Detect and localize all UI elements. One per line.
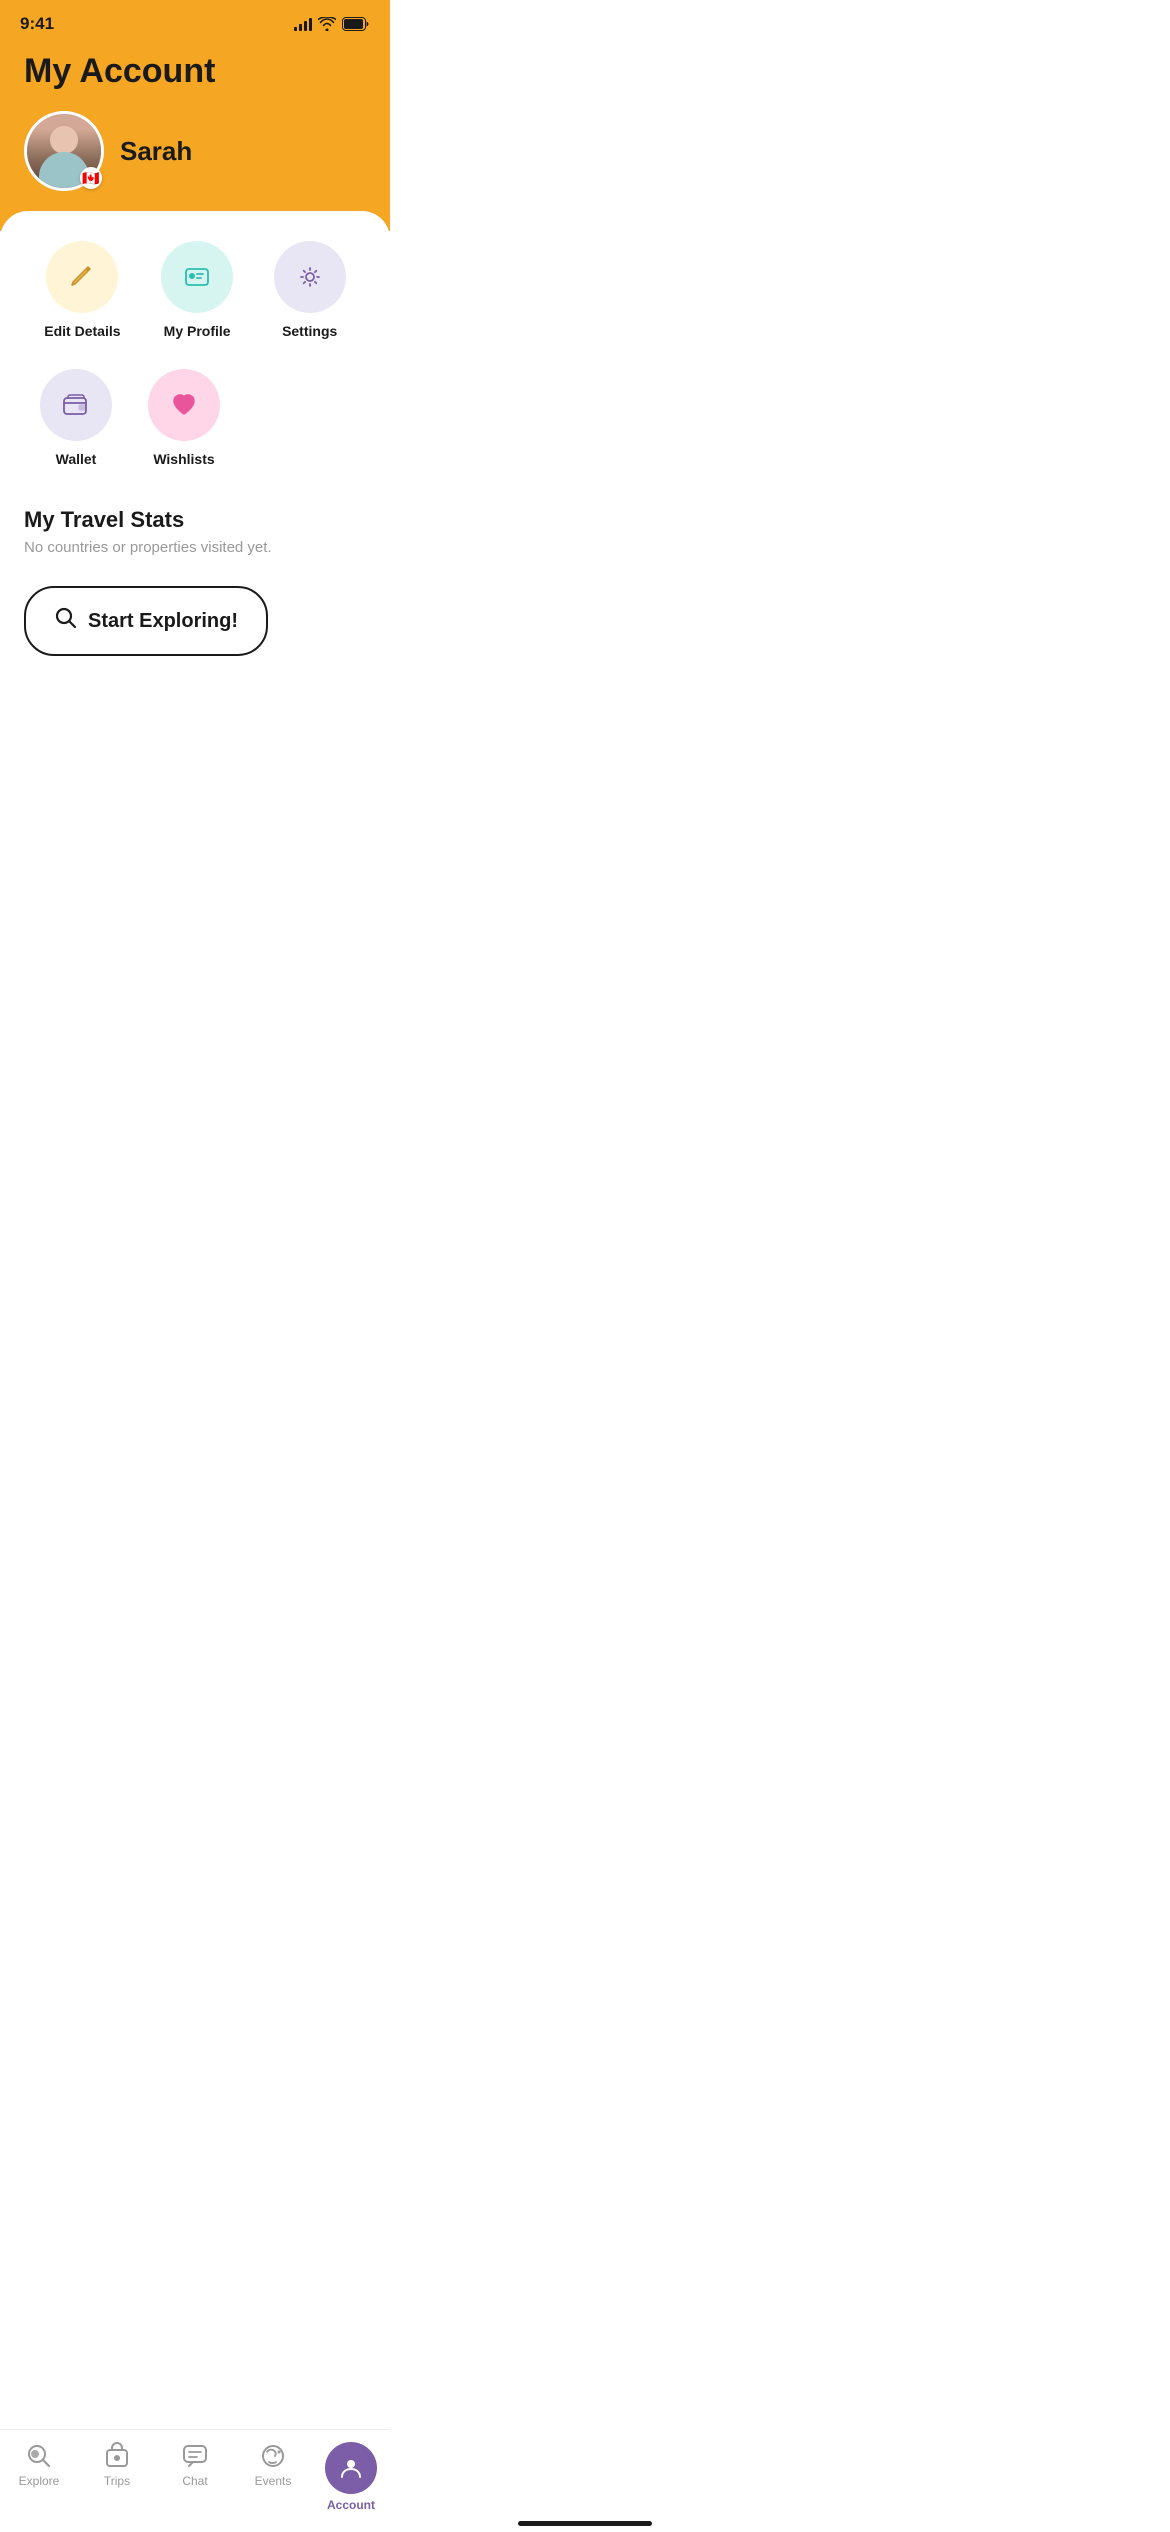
page-title: My Account bbox=[24, 52, 366, 91]
header: My Account 🇨🇦 Sarah bbox=[0, 42, 390, 231]
nav-account-label: Account bbox=[327, 2498, 375, 2512]
wishlists-label: Wishlists bbox=[153, 451, 214, 467]
main-content: Edit Details My Profile Se bbox=[0, 211, 390, 811]
gear-icon bbox=[294, 261, 326, 293]
bottom-nav: Explore Trips Chat Events bbox=[0, 2429, 390, 2532]
avatar-container[interactable]: 🇨🇦 bbox=[24, 111, 104, 191]
account-active-circle bbox=[325, 2442, 377, 2494]
my-profile-icon-circle bbox=[161, 241, 233, 313]
battery-icon bbox=[342, 17, 370, 31]
travel-stats-title: My Travel Stats bbox=[24, 507, 366, 533]
nav-explore-label: Explore bbox=[19, 2474, 60, 2488]
wifi-icon bbox=[318, 17, 336, 31]
settings-button[interactable]: Settings bbox=[274, 241, 346, 339]
edit-details-button[interactable]: Edit Details bbox=[44, 241, 120, 339]
wallet-button[interactable]: Wallet bbox=[40, 369, 112, 467]
trips-icon bbox=[103, 2442, 131, 2470]
quick-actions-row2: Wallet Wishlists bbox=[24, 369, 366, 467]
events-icon bbox=[259, 2442, 287, 2470]
chat-icon bbox=[181, 2442, 209, 2470]
wallet-icon-circle bbox=[40, 369, 112, 441]
travel-stats-subtitle: No countries or properties visited yet. bbox=[24, 539, 366, 556]
search-icon bbox=[54, 606, 78, 636]
wishlists-button[interactable]: Wishlists bbox=[148, 369, 220, 467]
explore-icon bbox=[25, 2442, 53, 2470]
start-exploring-button[interactable]: Start Exploring! bbox=[24, 586, 268, 656]
heart-icon bbox=[168, 389, 200, 421]
nav-events-label: Events bbox=[255, 2474, 292, 2488]
nav-events[interactable]: Events bbox=[243, 2442, 303, 2488]
settings-label: Settings bbox=[282, 323, 337, 339]
user-info: 🇨🇦 Sarah bbox=[24, 111, 366, 191]
nav-trips-label: Trips bbox=[104, 2474, 130, 2488]
status-time: 9:41 bbox=[20, 14, 54, 34]
wallet-label: Wallet bbox=[56, 451, 97, 467]
nav-chat-label: Chat bbox=[182, 2474, 207, 2488]
nav-trips[interactable]: Trips bbox=[87, 2442, 147, 2488]
quick-actions-row1: Edit Details My Profile Se bbox=[24, 241, 366, 339]
username: Sarah bbox=[120, 136, 192, 167]
signal-icon bbox=[294, 17, 312, 31]
status-icons bbox=[294, 17, 370, 31]
edit-details-icon-circle bbox=[46, 241, 118, 313]
start-exploring-label: Start Exploring! bbox=[88, 610, 238, 633]
account-icon bbox=[338, 2455, 364, 2481]
wallet-icon bbox=[60, 389, 92, 421]
my-profile-button[interactable]: My Profile bbox=[161, 241, 233, 339]
flag-badge: 🇨🇦 bbox=[80, 167, 102, 189]
nav-explore[interactable]: Explore bbox=[9, 2442, 69, 2488]
travel-stats-section: My Travel Stats No countries or properti… bbox=[24, 507, 366, 556]
settings-icon-circle bbox=[274, 241, 346, 313]
profile-card-icon bbox=[181, 261, 213, 293]
nav-account[interactable]: Account bbox=[321, 2442, 381, 2512]
my-profile-label: My Profile bbox=[164, 323, 231, 339]
search-svg bbox=[54, 606, 78, 630]
status-bar: 9:41 bbox=[0, 0, 390, 42]
pencil-icon bbox=[66, 261, 98, 293]
home-indicator bbox=[518, 2521, 652, 2526]
nav-chat[interactable]: Chat bbox=[165, 2442, 225, 2488]
edit-details-label: Edit Details bbox=[44, 323, 120, 339]
wishlists-icon-circle bbox=[148, 369, 220, 441]
